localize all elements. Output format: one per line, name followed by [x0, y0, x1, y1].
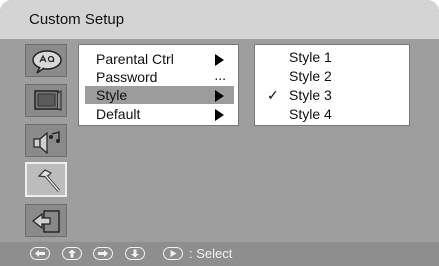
menu-item-password[interactable]: Password ... [85, 67, 234, 86]
play-icon [163, 247, 183, 260]
exit-icon[interactable] [25, 204, 67, 237]
submenu-item-style-1[interactable]: Style 1 [255, 48, 409, 68]
submenu-item-style-2[interactable]: Style 2 [255, 67, 409, 87]
style-submenu: Style 1 Style 2 ✓ Style 3 Style 4 [254, 44, 410, 126]
window-title: Custom Setup [29, 11, 125, 28]
select-hint: : Select [189, 246, 233, 261]
submenu-item-label: Style 2 [289, 68, 332, 84]
menu-item-label: Password [96, 69, 158, 85]
display-icon[interactable] [25, 84, 67, 117]
submenu-arrow-icon [215, 90, 224, 102]
osd-window: Custom Setup Parental Ctrl Password ... … [0, 0, 439, 266]
language-icon[interactable] [25, 44, 67, 77]
audio-icon[interactable] [25, 124, 67, 157]
submenu-arrow-icon [215, 54, 224, 66]
check-icon: ✓ [267, 87, 279, 103]
submenu-arrow-icon [215, 109, 224, 121]
down-arrow-icon [125, 247, 145, 260]
custom-setup-icon[interactable] [25, 162, 67, 197]
submenu-item-label: Style 3 [289, 87, 332, 103]
submenu-item-style-4[interactable]: Style 4 [255, 105, 409, 125]
menu-item-default[interactable]: Default [85, 105, 234, 123]
right-arrow-icon [93, 247, 113, 260]
up-arrow-icon [62, 247, 82, 260]
submenu-item-style-3[interactable]: ✓ Style 3 [255, 86, 409, 106]
menu-item-parental-ctrl[interactable]: Parental Ctrl [85, 50, 234, 68]
submenu-item-label: Style 4 [289, 106, 332, 122]
more-indicator: ... [214, 67, 226, 83]
menu-item-label: Style [96, 87, 128, 103]
title-bar: Custom Setup [0, 0, 439, 38]
menu-item-style[interactable]: Style [85, 86, 234, 104]
setup-menu: Parental Ctrl Password ... Style Default [78, 44, 239, 126]
left-arrow-icon [30, 247, 50, 260]
menu-item-label: Default [96, 106, 141, 122]
menu-item-label: Parental Ctrl [96, 51, 174, 67]
footer-hint-bar: : Select [0, 242, 439, 266]
submenu-item-label: Style 1 [289, 49, 332, 65]
